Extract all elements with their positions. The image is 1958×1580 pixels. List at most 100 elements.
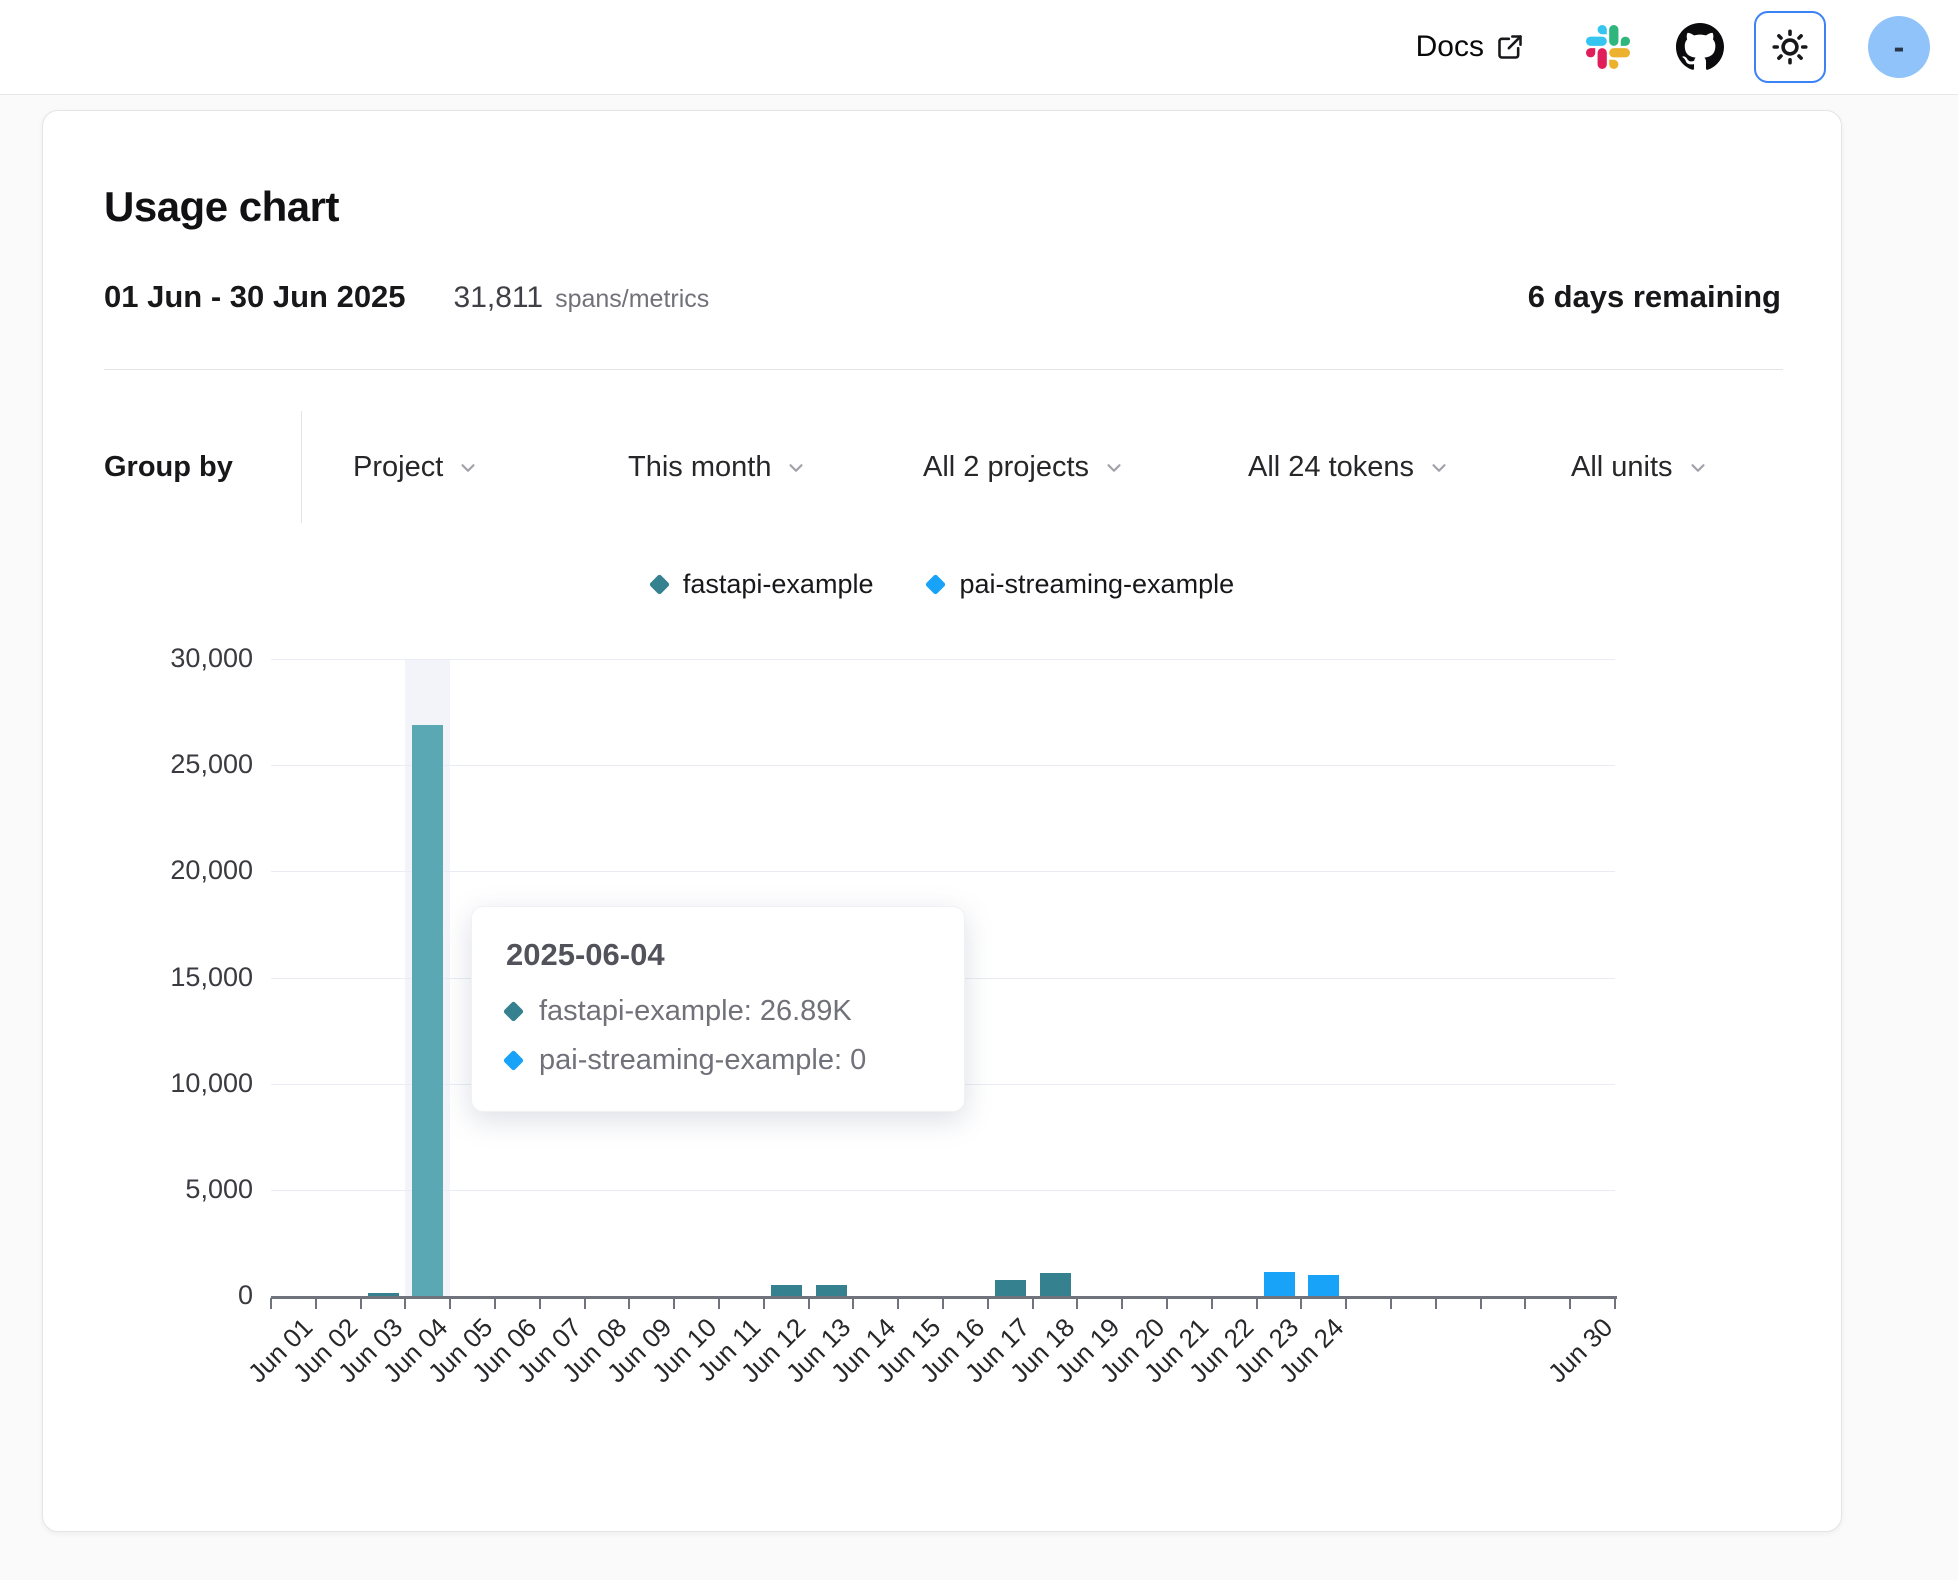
page-title: Usage chart	[104, 183, 339, 231]
projects-value: All 2 projects	[923, 451, 1089, 484]
x-axis-tick	[360, 1298, 362, 1309]
x-axis-tick	[628, 1298, 630, 1309]
top-bar: Docs -	[0, 0, 1958, 95]
x-axis-tick	[539, 1298, 541, 1309]
x-axis-tick	[1435, 1298, 1437, 1309]
chevron-down-icon	[1103, 457, 1125, 479]
x-axis-label: Jun 30	[1541, 1312, 1618, 1389]
legend-item-pai-streaming[interactable]: pai-streaming-example	[928, 569, 1234, 600]
x-axis-tick	[494, 1298, 496, 1309]
y-axis-label: 20,000	[53, 855, 253, 886]
chevron-down-icon	[785, 457, 807, 479]
x-axis-tick	[808, 1298, 810, 1309]
gridline	[271, 1190, 1615, 1191]
x-axis-tick	[1256, 1298, 1258, 1309]
x-axis-tick	[315, 1298, 317, 1309]
chart-tooltip: 2025-06-04 fastapi-example: 26.89K pai-s…	[471, 906, 965, 1112]
x-axis-tick	[1524, 1298, 1526, 1309]
y-axis-label: 5,000	[53, 1174, 253, 1205]
slack-icon[interactable]	[1586, 25, 1630, 69]
tooltip-row: fastapi-example: 26.89K	[506, 995, 930, 1028]
avatar-label: -	[1894, 29, 1905, 66]
x-axis-tick	[942, 1298, 944, 1309]
x-axis-tick	[449, 1298, 451, 1309]
tooltip-swatch-2	[503, 1050, 524, 1071]
x-axis-tick	[1121, 1298, 1123, 1309]
x-axis-tick	[718, 1298, 720, 1309]
y-axis-label: 10,000	[53, 1068, 253, 1099]
x-axis-tick	[584, 1298, 586, 1309]
filter-row: Group by Project This month All 2 projec…	[43, 411, 1843, 523]
legend-label-2: pai-streaming-example	[959, 569, 1234, 600]
units-dropdown[interactable]: All units	[1571, 451, 1709, 484]
tooltip-text-2: pai-streaming-example: 0	[539, 1044, 866, 1077]
docs-label: Docs	[1416, 30, 1484, 64]
x-axis-tick	[763, 1298, 765, 1309]
bar-fastapi-example-jun-12[interactable]	[771, 1285, 802, 1296]
chevron-down-icon	[1687, 457, 1709, 479]
date-range: 01 Jun - 30 Jun 2025	[104, 279, 406, 315]
x-axis-tick	[1211, 1298, 1213, 1309]
legend-label-1: fastapi-example	[683, 569, 874, 600]
divider	[104, 369, 1783, 370]
legend-item-fastapi[interactable]: fastapi-example	[652, 569, 874, 600]
legend-swatch-2	[925, 574, 946, 595]
gridline	[271, 659, 1615, 660]
units-value: All units	[1571, 451, 1673, 484]
tokens-dropdown[interactable]: All 24 tokens	[1248, 451, 1450, 484]
x-axis-tick	[1300, 1298, 1302, 1309]
bar-pai-streaming-example-jun-23[interactable]	[1264, 1272, 1295, 1296]
period-value: This month	[628, 451, 771, 484]
x-axis-tick	[987, 1298, 989, 1309]
bar-fastapi-example-jun-17[interactable]	[995, 1280, 1026, 1296]
gridline	[271, 765, 1615, 766]
y-axis-label: 25,000	[53, 749, 253, 780]
chart-legend: fastapi-example pai-streaming-example	[271, 569, 1615, 600]
docs-link[interactable]: Docs	[1416, 30, 1524, 64]
projects-dropdown[interactable]: All 2 projects	[923, 451, 1125, 484]
theme-toggle-button[interactable]	[1754, 11, 1826, 83]
y-axis-label: 15,000	[53, 962, 253, 993]
x-axis-tick	[404, 1298, 406, 1309]
x-axis-tick	[852, 1298, 854, 1309]
chevron-down-icon	[1428, 457, 1450, 479]
legend-swatch-1	[649, 574, 670, 595]
user-avatar[interactable]: -	[1868, 16, 1930, 78]
y-axis-label: 0	[53, 1280, 253, 1311]
days-remaining: 6 days remaining	[1528, 279, 1781, 315]
bar-fastapi-example-jun-18[interactable]	[1040, 1273, 1071, 1296]
external-link-icon	[1496, 33, 1524, 61]
x-axis-tick	[673, 1298, 675, 1309]
tooltip-date: 2025-06-04	[506, 937, 930, 973]
x-axis-tick	[1032, 1298, 1034, 1309]
period-dropdown[interactable]: This month	[628, 451, 807, 484]
bar-fastapi-example-jun-13[interactable]	[816, 1285, 847, 1296]
bar-pai-streaming-example-jun-24[interactable]	[1308, 1275, 1339, 1296]
x-axis-tick	[1480, 1298, 1482, 1309]
group-by-label: Group by	[104, 451, 233, 484]
chevron-down-icon	[457, 457, 479, 479]
date-row: 01 Jun - 30 Jun 2025 31,811 spans/metric…	[104, 279, 709, 315]
x-axis-tick	[897, 1298, 899, 1309]
tooltip-text-1: fastapi-example: 26.89K	[539, 995, 852, 1028]
x-axis-tick	[1390, 1298, 1392, 1309]
tooltip-swatch-1	[503, 1001, 524, 1022]
tokens-value: All 24 tokens	[1248, 451, 1414, 484]
tooltip-row: pai-streaming-example: 0	[506, 1044, 930, 1077]
bar-fastapi-example-jun-04[interactable]	[412, 725, 443, 1296]
x-axis-tick	[1076, 1298, 1078, 1309]
x-axis-tick	[1166, 1298, 1168, 1309]
filter-divider	[301, 411, 302, 523]
x-axis-tick	[1614, 1298, 1616, 1309]
gridline	[271, 871, 1615, 872]
usage-card: Usage chart 01 Jun - 30 Jun 2025 31,811 …	[42, 110, 1842, 1532]
group-by-dropdown[interactable]: Project	[353, 451, 479, 484]
spans-unit: spans/metrics	[555, 285, 709, 314]
x-axis-line	[271, 1296, 1617, 1299]
github-icon[interactable]	[1676, 23, 1724, 71]
sun-icon	[1772, 29, 1808, 65]
x-axis-tick	[270, 1298, 272, 1309]
y-axis-label: 30,000	[53, 643, 253, 674]
group-by-value: Project	[353, 451, 443, 484]
x-axis-tick	[1569, 1298, 1571, 1309]
